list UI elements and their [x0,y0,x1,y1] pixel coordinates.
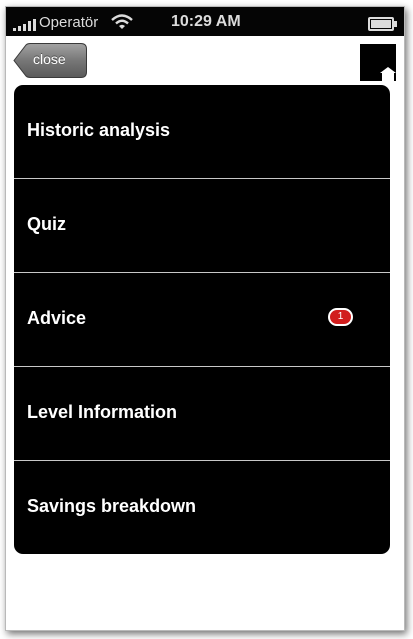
menu-item-historic-analysis[interactable]: Historic analysis [14,85,390,179]
status-bar: Operatör 10:29 AM [6,7,404,36]
menu-item-label: Advice [27,308,87,328]
menu-item-label: Historic analysis [27,120,171,140]
menu-item-label: Quiz [27,214,66,234]
battery-icon [368,17,397,31]
menu-item-quiz[interactable]: Quiz [14,179,390,273]
home-button[interactable] [360,44,396,81]
wifi-icon [111,14,133,29]
close-button[interactable]: close [13,43,87,78]
menu-item-label: Savings breakdown [27,496,197,516]
status-time: 10:29 AM [171,13,241,30]
device-screen: Operatör 10:29 AM close Historic analysi… [5,6,405,631]
notification-badge: 1 [328,308,353,326]
main-menu: Historic analysis Quiz Advice 1 Level In… [14,85,390,554]
menu-item-advice[interactable]: Advice 1 [14,273,390,367]
menu-item-level-information[interactable]: Level Information [14,367,390,461]
menu-item-savings-breakdown[interactable]: Savings breakdown [14,461,390,554]
home-icon [380,67,396,81]
carrier-name: Operatör [39,14,99,31]
signal-strength-icon [13,19,36,31]
menu-item-label: Level Information [27,402,178,422]
close-button-label: close [33,51,66,67]
